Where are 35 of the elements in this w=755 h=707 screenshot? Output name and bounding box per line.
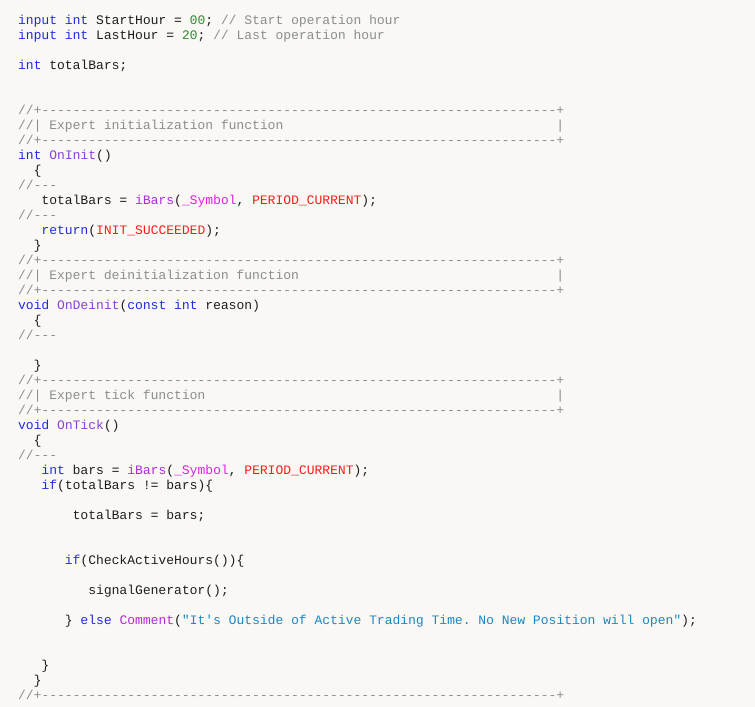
code-line: //+------------------------------------------------------------------+: [18, 253, 564, 268]
code-line: //| Expert deinitialization function |: [18, 268, 564, 283]
code-line: }: [32, 673, 42, 688]
code-line: //| Expert tick function |: [18, 388, 564, 403]
code-line: //+------------------------------------------------------------------+: [18, 283, 564, 298]
code-line: }: [32, 358, 42, 373]
code-line: input int LastHour = 20; // Last operation hour: [18, 28, 385, 43]
code-line: //+------------------------------------------------------------------+: [18, 403, 564, 418]
code-line: }: [32, 238, 42, 253]
code-line: if(CheckActiveHours()){: [64, 553, 244, 568]
code-line: //---: [18, 208, 58, 223]
code-line: //+------------------------------------------------------------------+: [18, 103, 564, 118]
code-line: }: [40, 658, 50, 673]
code-line: {: [32, 313, 42, 328]
code-line: void OnTick(): [18, 418, 120, 433]
code-line: //+------------------------------------------------------------------+: [18, 133, 564, 148]
code-line: //| Expert initialization function |: [18, 118, 564, 133]
code-line: void OnDeinit(const int reason): [18, 298, 260, 313]
code-line: if(totalBars != bars){: [40, 478, 214, 493]
code-line: {: [32, 163, 42, 178]
code-line: input int StartHour = 00; // Start operation hour: [18, 13, 400, 28]
code-line: //+------------------------------------------------------------------+: [18, 688, 564, 703]
code-line: int OnInit(): [18, 148, 112, 163]
code-line: totalBars = iBars(_Symbol, PERIOD_CURRENT);: [40, 193, 377, 208]
code-line: //---: [18, 448, 58, 463]
code-line: return(INIT_SUCCEEDED);: [40, 223, 221, 238]
code-line: int bars = iBars(_Symbol, PERIOD_CURRENT);: [40, 463, 370, 478]
code-line: signalGenerator();: [87, 583, 229, 598]
code-line: {: [32, 433, 42, 448]
code-line: } else Comment("It's Outside of Active Trading Time. No New Position will open");: [64, 613, 697, 628]
code-line: totalBars = bars;: [72, 508, 206, 523]
code-line: int totalBars;: [18, 58, 128, 73]
code-line: //---: [18, 328, 58, 343]
code-line: //---: [18, 178, 58, 193]
code-line: //+------------------------------------------------------------------+: [18, 373, 564, 388]
